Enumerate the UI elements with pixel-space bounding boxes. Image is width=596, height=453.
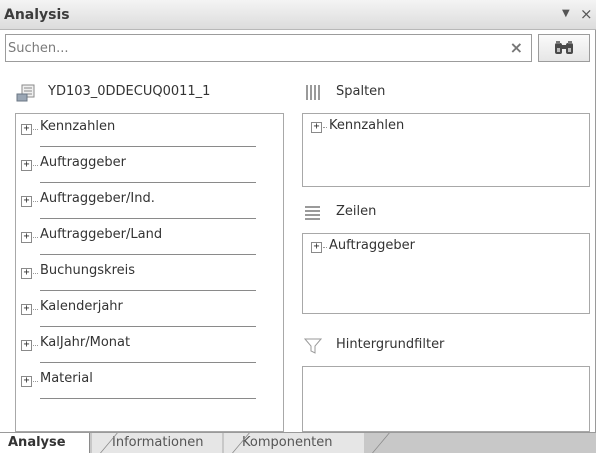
field-item-auftraggeber-ind[interactable]: + Auftraggeber/Ind. [16, 186, 261, 222]
field-divider [40, 254, 256, 255]
background-filter-label: Hintergrundfilter [336, 337, 445, 352]
search-box: × [5, 34, 532, 62]
filter-icon [304, 338, 322, 354]
expand-icon[interactable]: + [21, 304, 32, 315]
tab-separator [372, 433, 390, 453]
title-bar: Analysis ▼ × [0, 0, 596, 30]
tab-informationen[interactable]: Informationen [92, 433, 222, 453]
tree-connector [33, 381, 38, 382]
expand-icon[interactable]: + [311, 122, 322, 133]
find-button[interactable] [538, 34, 590, 62]
tree-connector [33, 309, 38, 310]
expand-icon[interactable]: + [21, 340, 32, 351]
field-item-auftraggeber-land[interactable]: + Auftraggeber/Land [16, 222, 261, 258]
expand-icon[interactable]: + [21, 268, 32, 279]
tab-bar: Informationen Komponenten Analyse [0, 432, 596, 453]
field-divider [40, 290, 256, 291]
field-divider [40, 182, 256, 183]
expand-icon[interactable]: + [21, 232, 32, 243]
pane-title: Analysis [4, 7, 70, 23]
data-source-name: YD103_0DDECUQ0011_1 [48, 84, 211, 99]
clear-search-icon[interactable]: × [510, 38, 523, 57]
field-label: KalJahr/Monat [40, 335, 131, 350]
expand-icon[interactable]: + [21, 160, 32, 171]
query-icon [16, 84, 35, 102]
expand-icon[interactable]: + [21, 124, 32, 135]
field-label: Material [40, 371, 93, 386]
row-item-auftraggeber[interactable]: + Auftraggeber [303, 234, 583, 258]
analysis-pane: Analysis ▼ × × YD103_0DDECUQ0011_1 + [0, 0, 596, 453]
rows-label: Zeilen [336, 204, 377, 219]
tree-connector [33, 165, 38, 166]
field-label: Auftraggeber/Ind. [40, 191, 155, 206]
field-item-buchungskreis[interactable]: + Buchungskreis [16, 258, 261, 294]
close-icon[interactable]: × [580, 5, 593, 23]
columns-drop-zone[interactable]: + Kennzahlen [302, 113, 590, 187]
search-input[interactable] [8, 38, 498, 58]
field-item-kalenderjahr[interactable]: + Kalenderjahr [16, 294, 261, 330]
field-divider [40, 398, 256, 399]
field-label: Auftraggeber/Land [40, 227, 163, 242]
tree-connector [33, 201, 38, 202]
columns-label: Spalten [336, 84, 386, 99]
field-item-kennzahlen[interactable]: + Kennzahlen [16, 114, 261, 150]
tab-analyse[interactable]: Analyse [0, 433, 90, 453]
rows-icon [305, 206, 320, 220]
field-list: + Kennzahlen + Auftraggeber + Auftraggeb… [15, 113, 284, 432]
background-filter-drop-zone[interactable] [302, 366, 590, 432]
field-item-material[interactable]: + Material [16, 366, 261, 402]
tree-connector [323, 127, 327, 128]
field-label: Kalenderjahr [40, 299, 123, 314]
field-divider [40, 362, 256, 363]
tree-connector [33, 345, 38, 346]
field-divider [40, 146, 256, 147]
tree-connector [33, 129, 38, 130]
menu-dropdown-icon[interactable]: ▼ [562, 8, 570, 19]
column-item-label: Kennzahlen [329, 118, 405, 133]
field-label: Buchungskreis [40, 263, 136, 278]
columns-icon [306, 85, 320, 100]
field-divider [40, 218, 256, 219]
rows-drop-zone[interactable]: + Auftraggeber [302, 233, 590, 314]
field-item-auftraggeber[interactable]: + Auftraggeber [16, 150, 261, 186]
field-label: Auftraggeber [40, 155, 126, 170]
expand-icon[interactable]: + [21, 196, 32, 207]
tree-connector [33, 273, 38, 274]
field-divider [40, 326, 256, 327]
tree-connector [33, 237, 38, 238]
field-item-kaljahr-monat[interactable]: + KalJahr/Monat [16, 330, 261, 366]
expand-icon[interactable]: + [21, 376, 32, 387]
row-item-label: Auftraggeber [329, 238, 415, 253]
column-item-kennzahlen[interactable]: + Kennzahlen [303, 114, 583, 138]
tree-connector [323, 247, 327, 248]
field-label: Kennzahlen [40, 119, 116, 134]
binoculars-icon [555, 41, 573, 54]
expand-icon[interactable]: + [311, 242, 322, 253]
